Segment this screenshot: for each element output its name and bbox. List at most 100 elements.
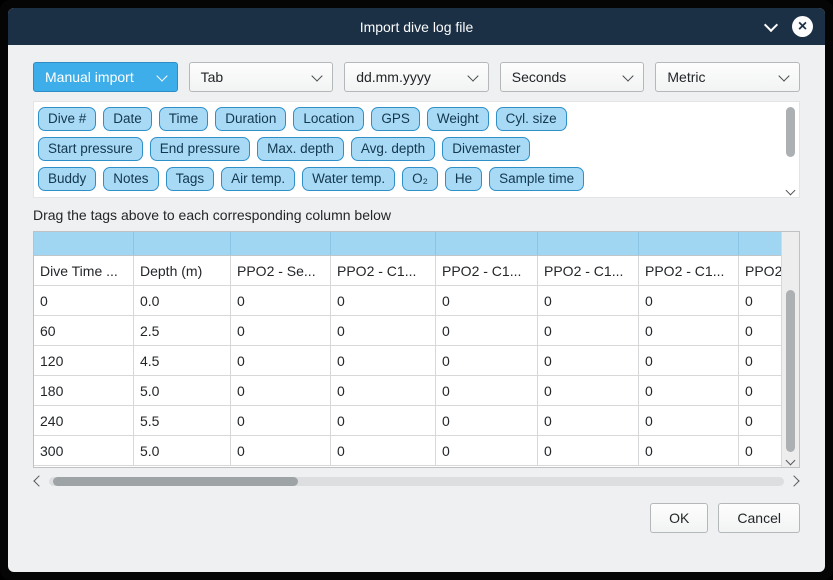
table-cell: 0 bbox=[538, 406, 639, 435]
table-cell: 0 bbox=[639, 406, 739, 435]
table-cell: 0 bbox=[436, 436, 538, 465]
table-column-header: Dive Time ... bbox=[34, 256, 134, 285]
table-column-header: Depth (m) bbox=[134, 256, 231, 285]
combo-duration-format[interactable]: Seconds bbox=[500, 62, 645, 92]
tag-he[interactable]: He bbox=[445, 167, 482, 191]
combo-date-format[interactable]: dd.mm.yyyy bbox=[344, 62, 489, 92]
table-cell: 0 bbox=[231, 376, 331, 405]
column-drop-slot[interactable] bbox=[331, 232, 436, 255]
tag-sample-temp[interactable]: Sample temp. bbox=[148, 197, 251, 198]
tag-start-pressure[interactable]: Start pressure bbox=[38, 137, 143, 161]
column-drop-slot[interactable] bbox=[134, 232, 231, 255]
tag-divemaster[interactable]: Divemaster bbox=[442, 137, 530, 161]
table-cell: 0 bbox=[331, 316, 436, 345]
tag-o[interactable]: O₂ bbox=[402, 167, 438, 191]
tag-notes[interactable]: Notes bbox=[103, 167, 158, 191]
scrollbar-thumb[interactable] bbox=[786, 290, 795, 452]
table-vertical-scrollbar[interactable] bbox=[781, 232, 799, 467]
table-cell: 0 bbox=[639, 286, 739, 315]
combo-value: dd.mm.yyyy bbox=[356, 69, 431, 85]
table-cell: 0 bbox=[639, 346, 739, 375]
tag-area-scrollbar[interactable] bbox=[783, 104, 797, 195]
table-cell: 180 bbox=[34, 376, 134, 405]
tag-tags[interactable]: Tags bbox=[166, 167, 215, 191]
table-row: 3005.0000000 bbox=[34, 436, 781, 466]
table-cell: 0 bbox=[436, 406, 538, 435]
table-cell: 0 bbox=[538, 316, 639, 345]
table-column-header: PPO2 bbox=[739, 256, 781, 285]
table-cell: 60 bbox=[34, 316, 134, 345]
instruction-label: Drag the tags above to each correspondin… bbox=[33, 207, 800, 223]
tag-max-depth[interactable]: Max. depth bbox=[257, 137, 344, 161]
table-column-header: PPO2 - C1... bbox=[639, 256, 739, 285]
tag-duration[interactable]: Duration bbox=[215, 107, 286, 131]
tag-sample-po[interactable]: Sample pO₂ bbox=[259, 197, 352, 198]
table-cell: 0 bbox=[231, 436, 331, 465]
titlebar[interactable]: Import dive log file × bbox=[8, 8, 825, 45]
tag-location[interactable]: Location bbox=[293, 107, 364, 131]
combo-value: Manual import bbox=[45, 69, 134, 85]
table-cell: 240 bbox=[34, 406, 134, 435]
table-cell: 0 bbox=[231, 346, 331, 375]
scroll-down-icon[interactable] bbox=[786, 456, 796, 466]
scroll-down-icon[interactable] bbox=[786, 186, 796, 196]
tag-air-temp[interactable]: Air temp. bbox=[221, 167, 295, 191]
tag-end-pressure[interactable]: End pressure bbox=[150, 137, 250, 161]
table-cell: 120 bbox=[34, 346, 134, 375]
table-cell: 0.0 bbox=[134, 286, 231, 315]
tag-avg-depth[interactable]: Avg. depth bbox=[351, 137, 435, 161]
scrollbar-thumb[interactable] bbox=[53, 477, 298, 486]
scroll-right-icon[interactable] bbox=[788, 475, 799, 486]
table-grid: Dive Time ...Depth (m)PPO2 - Se... PPO2 -… bbox=[34, 232, 781, 467]
table-cell: 0 bbox=[331, 286, 436, 315]
table-cell: 0 bbox=[331, 376, 436, 405]
table-cell: 0 bbox=[739, 286, 781, 315]
table-row bbox=[34, 232, 781, 256]
close-icon[interactable]: × bbox=[792, 16, 813, 37]
tag-cyl-size[interactable]: Cyl. size bbox=[496, 107, 567, 131]
column-drop-slot[interactable] bbox=[639, 232, 739, 255]
table-cell: 0 bbox=[34, 286, 134, 315]
shade-chevron-down-icon[interactable] bbox=[764, 17, 778, 31]
tag-sample-cns[interactable]: Sample CNS bbox=[358, 197, 456, 198]
combo-units[interactable]: Metric bbox=[655, 62, 800, 92]
chevron-down-icon bbox=[312, 70, 323, 81]
tag-sample-time[interactable]: Sample time bbox=[489, 167, 584, 191]
ok-button[interactable]: OK bbox=[650, 503, 708, 533]
table-column-header: PPO2 - Se... bbox=[231, 256, 331, 285]
tag-dive[interactable]: Dive # bbox=[38, 107, 96, 131]
table-column-header: PPO2 - C1... bbox=[538, 256, 639, 285]
column-drop-slot[interactable] bbox=[739, 232, 781, 255]
table-cell: 0 bbox=[436, 316, 538, 345]
screen: Import dive log file × Manual import Tab… bbox=[0, 0, 833, 580]
column-drop-slot[interactable] bbox=[34, 232, 134, 255]
combo-value: Seconds bbox=[512, 69, 566, 85]
column-drop-slot[interactable] bbox=[231, 232, 331, 255]
tag-sample-depth[interactable]: Sample depth bbox=[38, 197, 141, 198]
column-drop-slot[interactable] bbox=[436, 232, 538, 255]
tag-water-temp[interactable]: Water temp. bbox=[302, 167, 395, 191]
cancel-button[interactable]: Cancel bbox=[718, 503, 800, 533]
tag-time[interactable]: Time bbox=[159, 107, 209, 131]
table-cell: 0 bbox=[639, 436, 739, 465]
combo-field-separator[interactable]: Tab bbox=[189, 62, 334, 92]
tag-weight[interactable]: Weight bbox=[427, 107, 489, 131]
import-options-row: Manual import Tab dd.mm.yyyy Seconds Met… bbox=[33, 62, 800, 92]
combo-value: Tab bbox=[201, 69, 224, 85]
table-horizontal-scrollbar[interactable] bbox=[33, 474, 800, 489]
column-drop-slot[interactable] bbox=[538, 232, 639, 255]
table-cell: 5.0 bbox=[134, 376, 231, 405]
combo-import-mode[interactable]: Manual import bbox=[33, 62, 178, 92]
table-cell: 0 bbox=[538, 346, 639, 375]
table-cell: 0 bbox=[639, 316, 739, 345]
tag-date[interactable]: Date bbox=[103, 107, 152, 131]
chevron-down-icon bbox=[467, 70, 478, 81]
tag-buddy[interactable]: Buddy bbox=[38, 167, 96, 191]
scroll-left-icon[interactable] bbox=[33, 475, 44, 486]
table-cell: 5.5 bbox=[134, 406, 231, 435]
table-row: 1204.5000000 bbox=[34, 346, 781, 376]
table-row: 2405.5000000 bbox=[34, 406, 781, 436]
scrollbar-thumb[interactable] bbox=[786, 107, 795, 157]
scrollbar-track[interactable] bbox=[49, 477, 784, 486]
tag-gps[interactable]: GPS bbox=[371, 107, 420, 131]
